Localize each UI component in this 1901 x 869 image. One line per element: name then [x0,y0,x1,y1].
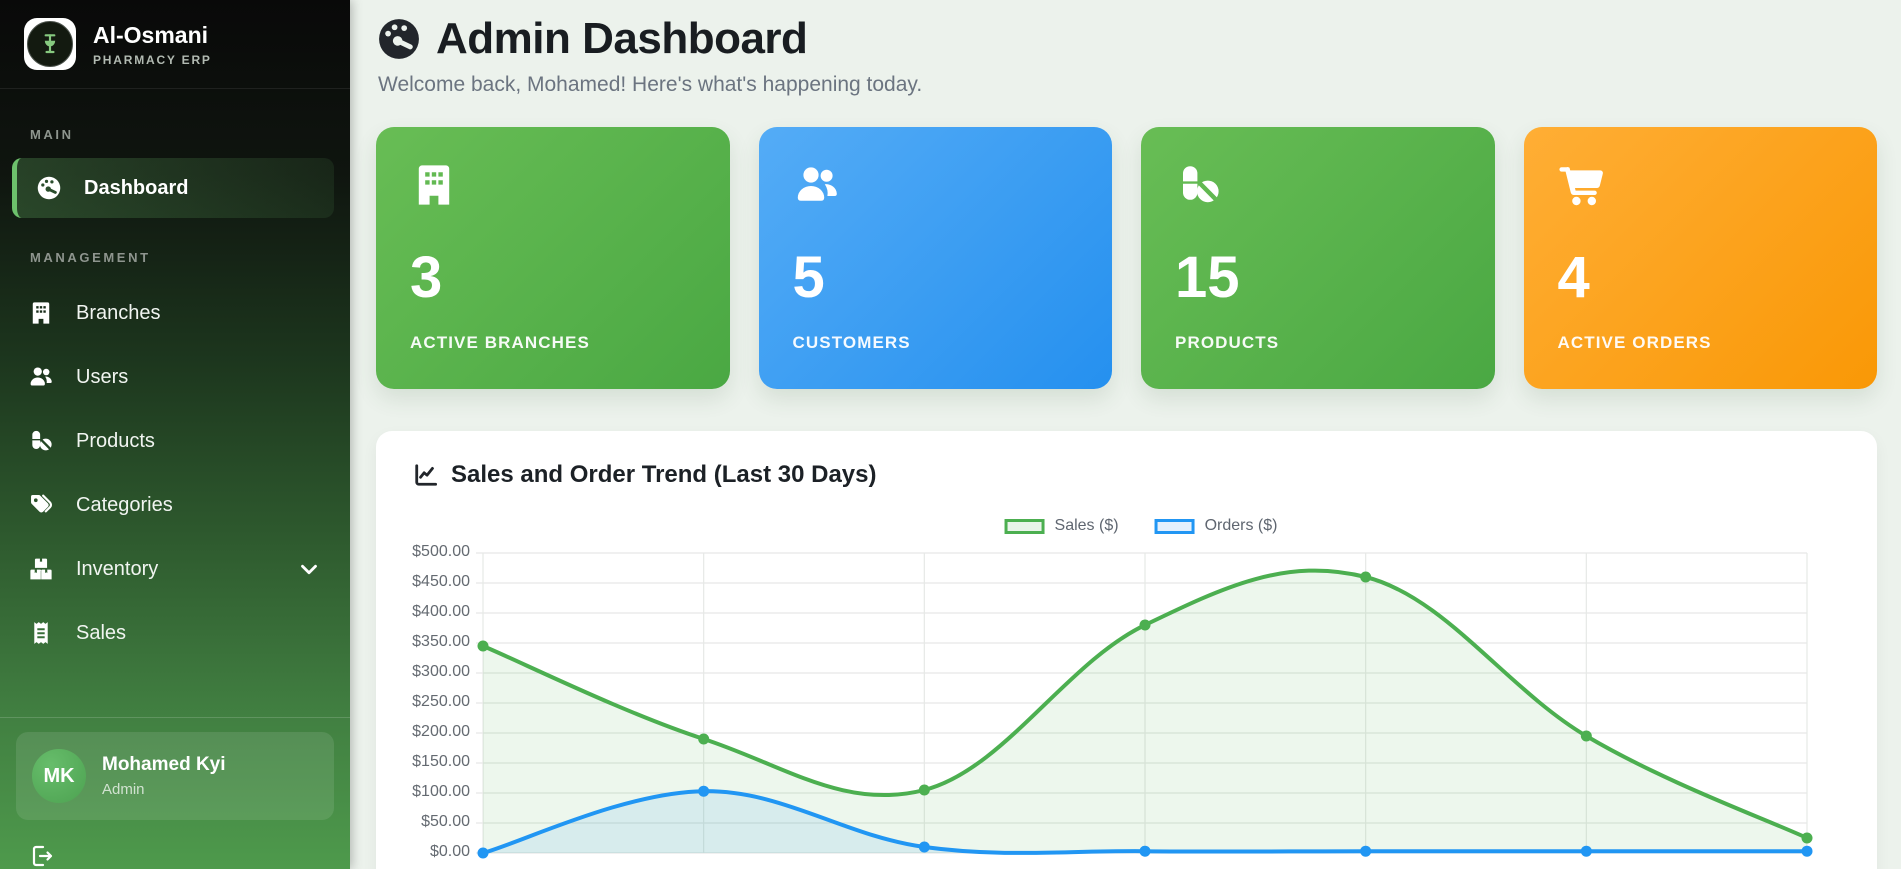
boxes-stacked-icon [30,558,52,580]
logout-icon [32,845,53,867]
pharmacy-bowl-icon [27,21,73,67]
chart-title: Sales and Order Trend (Last 30 Days) [412,461,1841,489]
sales-trend-chart-card: Sales and Order Trend (Last 30 Days) Sal… [376,431,1877,869]
welcome-subtitle: Welcome back, Mohamed! Here's what's hap… [378,73,923,96]
sidebar-item-label: Dashboard [84,176,189,199]
sidebar-item-label: Products [76,429,155,452]
sidebar-item-users[interactable]: Users [0,345,350,409]
users-icon [30,367,52,386]
nav-section-main: MAIN [30,127,74,142]
sidebar-item-products[interactable]: Products [0,409,350,473]
sidebar-nav: MAIN Dashboard MANAGEMENT Branches Users… [0,89,350,717]
brand-name: Al-Osmani [93,21,209,48]
building-icon [32,302,50,324]
pharmacy-logo [24,18,76,70]
gauge-icon [379,19,419,59]
page-title: Admin Dashboard [436,14,808,63]
sidebar-item-categories[interactable]: Categories [0,473,350,537]
chevron-down-icon[interactable] [296,556,322,582]
sidebar-item-label: Categories [76,493,173,516]
building-icon [418,165,450,205]
sidebar-item-sales[interactable]: Sales [0,601,350,665]
stat-value: 5 [792,245,825,310]
user-card: MK Mohamed Kyi Admin [16,732,334,820]
main-content: Admin Dashboard Welcome back, Mohamed! H… [350,0,1901,869]
nav-section-management: MANAGEMENT [30,250,151,265]
sidebar-item-label: Branches [76,301,161,324]
stat-card-active-orders: 4 ACTIVE ORDERS [1523,127,1877,389]
pills-icon [1183,166,1219,203]
pills-icon [32,430,52,451]
sidebar: Al-Osmani PHARMACY ERP MAIN Dashboard MA… [0,0,350,869]
stat-label: PRODUCTS [1175,333,1280,352]
sidebar-item-logout[interactable] [16,834,334,869]
sidebar-item-inventory[interactable]: Inventory [0,537,350,601]
line-chart-plot [476,552,1813,859]
sidebar-item-branches[interactable]: Branches [0,281,350,345]
stat-value: 3 [410,245,443,310]
cart-icon [1558,167,1603,206]
sidebar-item-label: Sales [76,621,127,644]
users-icon [797,167,837,201]
receipt-icon [34,622,48,644]
chart-line-icon [415,463,438,486]
chart-region: Sales ($) Orders ($) $500.00 $450.00 $400.… [412,513,1841,869]
stats-row: 3 ACTIVE BRANCHES 5 CUSTOMERS 15 PRODUCT… [376,127,1877,389]
brand-tagline: PHARMACY ERP [93,52,212,67]
brand-header: Al-Osmani PHARMACY ERP [0,0,350,89]
sidebar-item-label: Users [76,365,129,388]
user-role: Admin [102,781,145,798]
stat-card-customers: 5 CUSTOMERS [758,127,1112,389]
stat-card-active-branches: 3 ACTIVE BRANCHES [376,127,730,389]
stat-label: CUSTOMERS [792,333,911,352]
sidebar-item-dashboard[interactable]: Dashboard [12,158,334,218]
gauge-icon [37,176,61,200]
page-header: Admin Dashboard [376,14,1877,64]
stat-value: 15 [1175,245,1240,310]
stat-card-products: 15 PRODUCTS [1141,127,1495,389]
sidebar-item-label: Inventory [76,557,159,580]
user-name: Mohamed Kyi [102,754,226,775]
stat-label: ACTIVE ORDERS [1557,333,1712,352]
sidebar-footer: MK Mohamed Kyi Admin [0,717,350,869]
stat-value: 4 [1557,245,1590,310]
chart-title-text: Sales and Order Trend (Last 30 Days) [451,461,877,488]
tags-icon [31,494,53,513]
app-root: Al-Osmani PHARMACY ERP MAIN Dashboard MA… [0,0,1901,869]
avatar: MK [32,749,86,803]
stat-label: ACTIVE BRANCHES [410,333,590,352]
